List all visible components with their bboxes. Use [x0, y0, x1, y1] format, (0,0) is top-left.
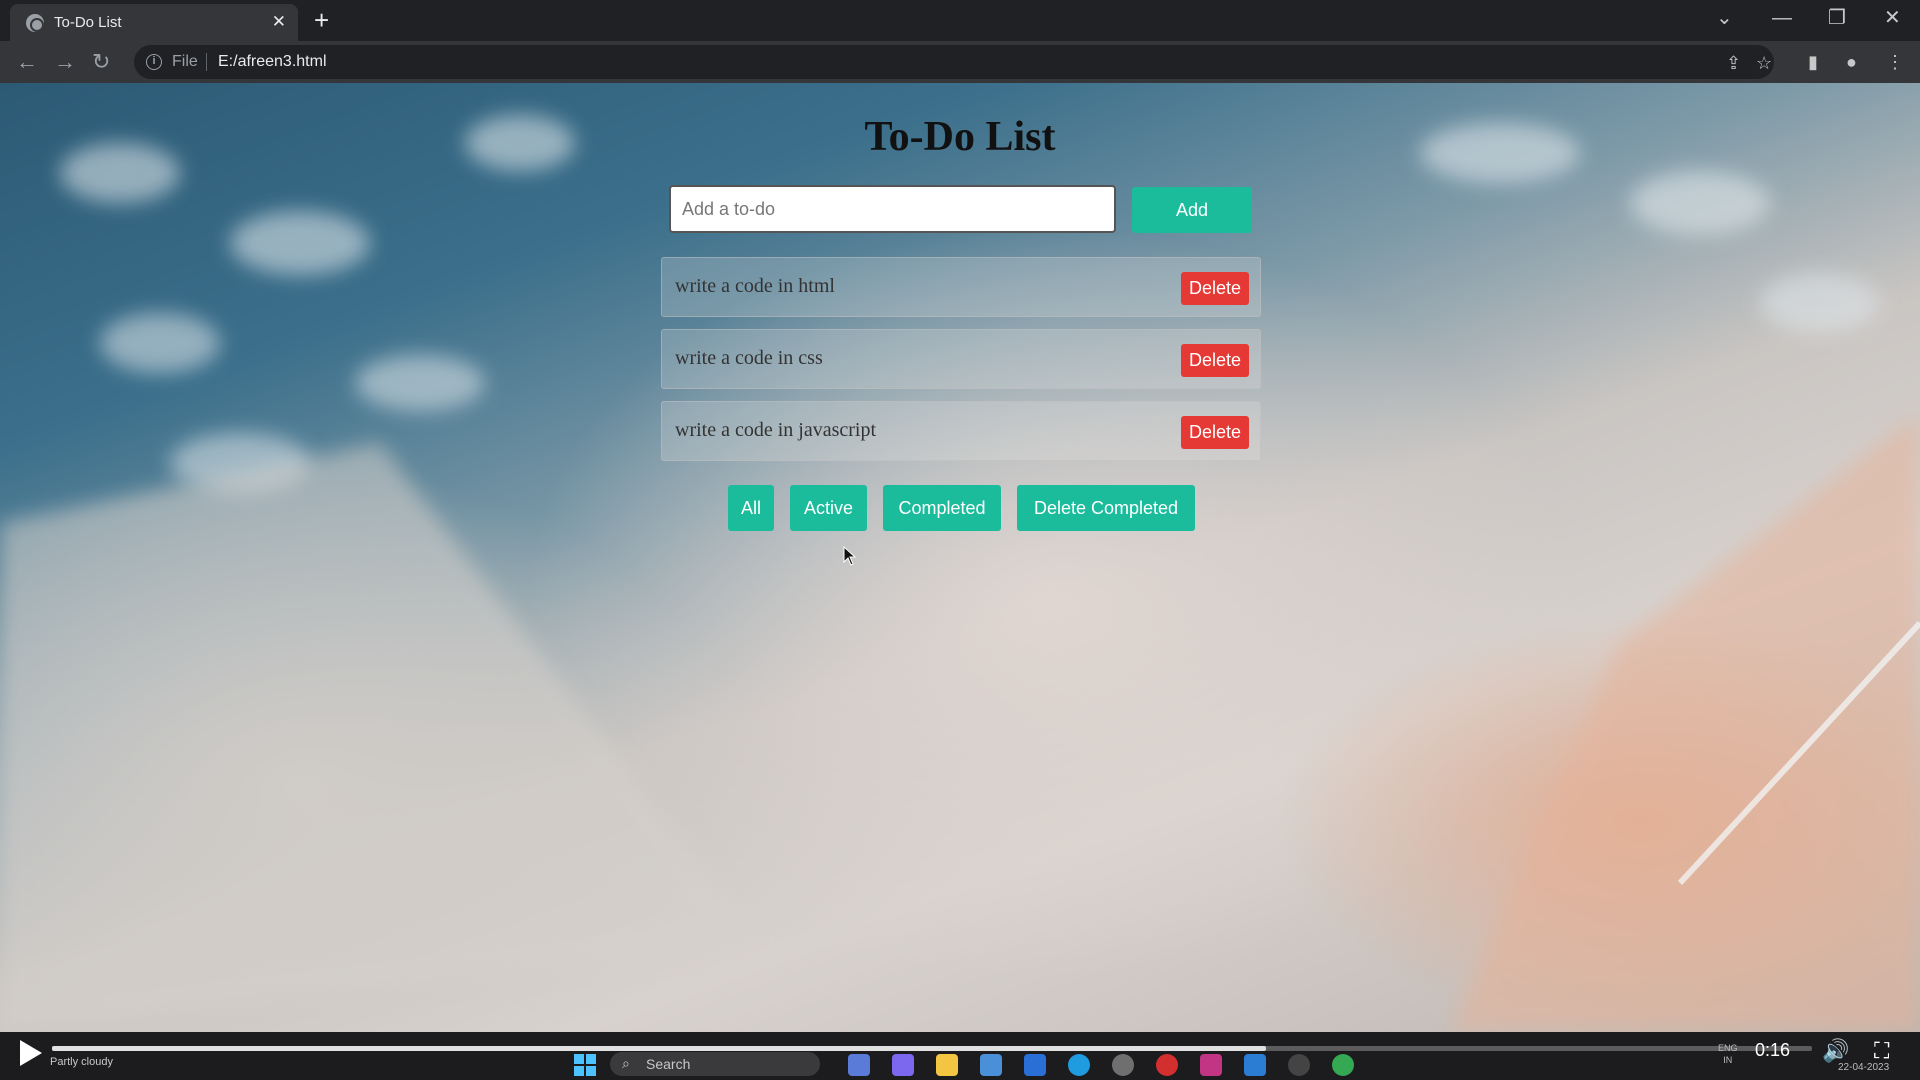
taskbar-search[interactable]: ⌕ Search [610, 1052, 820, 1076]
todo-item[interactable]: write a code in javascript Delete [661, 401, 1261, 461]
omnibox-divider [206, 53, 207, 71]
video-time: 0:16 [1755, 1040, 1791, 1060]
region-code: IN [1723, 1055, 1733, 1065]
github-app-icon[interactable] [1288, 1054, 1310, 1076]
tab-search-icon[interactable]: ⌄ [1716, 6, 1733, 30]
filter-active-button[interactable]: Active [790, 485, 867, 531]
tab-todo-list[interactable]: To-Do List ✕ [10, 4, 298, 41]
url-text[interactable]: E:/afreen3.html [218, 53, 327, 71]
filter-all-button[interactable]: All [728, 485, 774, 531]
filter-bar: All Active Completed Delete Completed [0, 485, 1920, 531]
todo-text: write a code in css [675, 347, 823, 369]
opera-app-icon[interactable] [1156, 1054, 1178, 1076]
dell-app-icon[interactable] [1112, 1054, 1134, 1076]
delete-button[interactable]: Delete [1181, 344, 1249, 377]
mail-app-icon[interactable] [980, 1054, 1002, 1076]
delete-button[interactable]: Delete [1181, 416, 1249, 449]
volume-icon[interactable]: 🔊 [1822, 1038, 1849, 1064]
delete-completed-button[interactable]: Delete Completed [1017, 485, 1195, 531]
add-button[interactable]: Add [1132, 187, 1252, 233]
tab-title: To-Do List [54, 14, 122, 31]
forward-arrow-icon[interactable]: → [54, 50, 76, 74]
profile-icon[interactable]: ● [1846, 51, 1857, 73]
reload-icon[interactable]: ↻ [92, 50, 110, 74]
instagram-app-icon[interactable] [1200, 1054, 1222, 1076]
chrome-app-icon[interactable] [1332, 1054, 1354, 1076]
bookmark-star-icon[interactable]: ☆ [1756, 52, 1772, 74]
video-progress-bar[interactable] [52, 1046, 1812, 1051]
language-code: ENG [1718, 1043, 1738, 1053]
todo-input[interactable] [669, 185, 1116, 233]
close-tab-icon[interactable]: ✕ [272, 12, 286, 32]
play-icon[interactable] [20, 1040, 42, 1066]
video-progress-fill [52, 1046, 1267, 1051]
search-icon: ⌕ [622, 1055, 630, 1071]
close-window-button[interactable]: ✕ [1884, 6, 1901, 30]
back-arrow-icon[interactable]: ← [16, 50, 38, 74]
vscode-app-icon[interactable] [1244, 1054, 1266, 1076]
todo-text: write a code in javascript [675, 419, 877, 441]
todo-list: write a code in html Delete write a code… [661, 257, 1261, 473]
todo-item[interactable]: write a code in html Delete [661, 257, 1261, 317]
weather-label: Partly cloudy [50, 1056, 113, 1068]
taskview-app-icon[interactable] [848, 1054, 870, 1076]
page-title: To-Do List [864, 114, 1056, 160]
side-panel-icon[interactable]: ▮ [1808, 51, 1818, 73]
fullscreen-icon[interactable]: ⛶ [1874, 1038, 1889, 1064]
url-scheme-label: File [172, 53, 198, 70]
video-player-bar: Partly cloudy ⌕ Search ENG IN 0:16 🔊 22-0… [0, 1032, 1920, 1080]
filter-completed-button[interactable]: Completed [883, 485, 1001, 531]
minimize-button[interactable]: — [1772, 6, 1792, 30]
restore-button[interactable]: ❐ [1828, 6, 1846, 30]
menu-kebab-icon[interactable]: ⋮ [1886, 51, 1904, 73]
edge-browser-icon[interactable] [1068, 1054, 1090, 1076]
info-icon[interactable]: i [146, 54, 162, 70]
windows-start-icon[interactable] [574, 1054, 596, 1076]
store-app-icon[interactable] [1024, 1054, 1046, 1076]
file-explorer-icon[interactable] [936, 1054, 958, 1076]
delete-button[interactable]: Delete [1181, 272, 1249, 305]
language-indicator[interactable]: ENG IN [1718, 1042, 1738, 1066]
todo-text: write a code in html [675, 275, 835, 297]
teams-app-icon[interactable] [892, 1054, 914, 1076]
globe-icon [26, 14, 44, 32]
browser-toolbar: ← → ↻ i File E:/afreen3.html ⇪ ☆ ▮ ● ⋮ [0, 41, 1920, 83]
mouse-cursor-icon [843, 546, 857, 566]
page-viewport: To-Do List Add write a code in html Dele… [0, 83, 1920, 1032]
share-icon[interactable]: ⇪ [1726, 52, 1741, 74]
address-bar[interactable]: i File E:/afreen3.html ⇪ ☆ [134, 45, 1774, 79]
todo-item[interactable]: write a code in css Delete [661, 329, 1261, 389]
tab-strip: To-Do List ✕ + ⌄ — ❐ ✕ [0, 0, 1920, 41]
new-tab-button[interactable]: + [314, 6, 329, 34]
taskbar-search-label: Search [646, 1056, 691, 1072]
